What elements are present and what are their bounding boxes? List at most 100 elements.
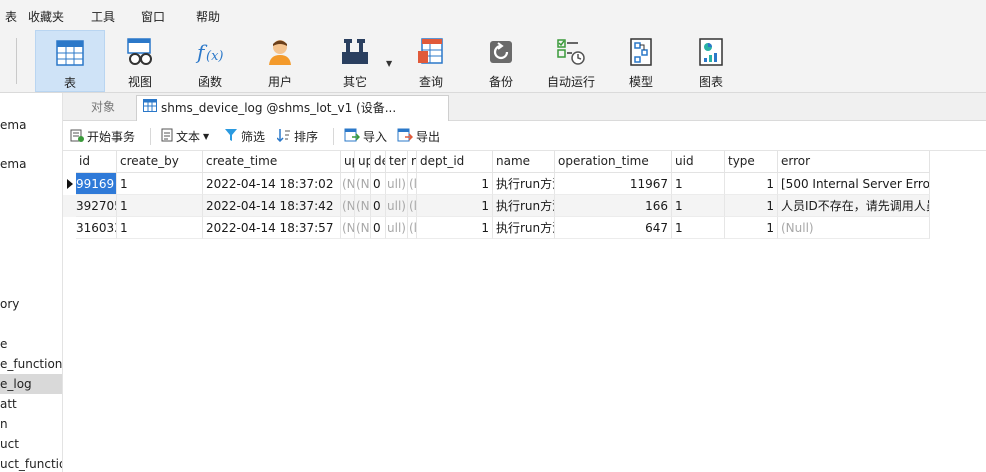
backup-icon <box>486 37 516 67</box>
column-header-operation-time[interactable]: operation_time <box>555 151 672 173</box>
cell-update-by[interactable]: (N <box>341 173 355 195</box>
menu-help[interactable]: 帮助 <box>196 8 220 25</box>
ribbon-user-button[interactable]: 用户 <box>245 30 315 92</box>
ribbon-function-button[interactable]: f (x) 函数 <box>175 30 245 92</box>
cell-r[interactable]: (l <box>408 173 417 195</box>
cell-type[interactable]: 1 <box>725 173 778 195</box>
cell-name[interactable]: 执行run方法 <box>493 195 555 217</box>
tree-item[interactable]: ory <box>0 294 62 314</box>
text-mode-button[interactable]: 文本 ▼ <box>161 128 209 145</box>
cell-create-by[interactable]: 1 <box>117 195 203 217</box>
column-header-tenant[interactable]: ter <box>386 151 408 173</box>
table-row[interactable]: 392705 1 2022-04-14 18:37:42 (N (N 0 ull… <box>63 195 930 217</box>
ribbon-query-button[interactable]: 查询 <box>396 30 466 92</box>
cell-tenant[interactable]: ull) <box>386 195 408 217</box>
cell-error[interactable]: (Null) <box>778 217 930 239</box>
ribbon-view-label: 视图 <box>127 75 152 89</box>
cell-create-by[interactable]: 1 <box>117 217 203 239</box>
object-tree-panel: ema ema ory e e_function_p e_log att n u… <box>0 93 63 472</box>
tab-objects[interactable]: 对象 <box>85 95 121 121</box>
table-row[interactable]: 316033 1 2022-04-14 18:37:57 (N (N 0 ull… <box>63 217 930 239</box>
ribbon-model-button[interactable]: 模型 <box>606 30 676 92</box>
column-header-type[interactable]: type <box>725 151 778 173</box>
cell-operation-time[interactable]: 647 <box>555 217 672 239</box>
column-header-update-by[interactable]: up <box>341 151 355 173</box>
cell-name[interactable]: 执行run方法 <box>493 173 555 195</box>
column-header-del-flag[interactable]: de <box>371 151 386 173</box>
tree-item-selected[interactable]: e_log <box>0 374 62 394</box>
menu-favorites[interactable]: 收藏夹 <box>28 8 64 25</box>
cell-create-time[interactable]: 2022-04-14 18:37:57 <box>203 217 341 239</box>
export-button[interactable]: 导出 <box>397 128 440 145</box>
cell-update-by[interactable]: (N <box>341 195 355 217</box>
sort-button[interactable]: 排序 <box>276 128 318 145</box>
ribbon-other-button[interactable]: 其它 <box>320 30 390 92</box>
column-header-r[interactable]: r <box>408 151 417 173</box>
tree-item[interactable]: att <box>0 394 62 414</box>
ribbon-backup-button[interactable]: 备份 <box>466 30 536 92</box>
tree-item[interactable]: uct <box>0 434 62 454</box>
tree-item[interactable]: ema <box>0 154 62 174</box>
column-header-error[interactable]: error <box>778 151 930 173</box>
menu-tools[interactable]: 工具 <box>91 8 115 25</box>
cell-id[interactable]: 99169 <box>76 173 117 195</box>
tree-item[interactable]: n <box>0 414 62 434</box>
tree-item[interactable]: uct_function <box>0 454 62 472</box>
column-header-uid[interactable]: uid <box>672 151 725 173</box>
cell-del-flag[interactable]: 0 <box>371 217 386 239</box>
cell-dept-id[interactable]: 1 <box>417 173 493 195</box>
menu-window[interactable]: 窗口 <box>141 8 165 25</box>
cell-dept-id[interactable]: 1 <box>417 217 493 239</box>
tree-item[interactable]: e_function_p <box>0 354 62 374</box>
cell-tenant[interactable]: ull) <box>386 173 408 195</box>
cell-r[interactable]: (l <box>408 195 417 217</box>
cell-error[interactable]: 人员ID不存在，请先调用人员 <box>778 195 930 217</box>
ribbon-view-button[interactable]: 视图 <box>105 30 175 92</box>
text-mode-label: 文本 <box>176 130 201 144</box>
column-header-id[interactable]: id <box>76 151 117 173</box>
export-label: 导出 <box>416 130 441 144</box>
column-header-dept-id[interactable]: dept_id <box>417 151 493 173</box>
cell-id[interactable]: 316033 <box>76 217 117 239</box>
cell-operation-time[interactable]: 11967 <box>555 173 672 195</box>
cell-uid[interactable]: 1 <box>672 217 725 239</box>
column-header-update-time[interactable]: up <box>355 151 371 173</box>
cell-operation-time[interactable]: 166 <box>555 195 672 217</box>
begin-transaction-button[interactable]: 开始事务 <box>70 128 135 145</box>
cell-del-flag[interactable]: 0 <box>371 195 386 217</box>
filter-button[interactable]: 筛选 <box>224 128 265 145</box>
column-header-name[interactable]: name <box>493 151 555 173</box>
cell-update-by[interactable]: (N <box>341 217 355 239</box>
cell-uid[interactable]: 1 <box>672 173 725 195</box>
export-icon <box>397 128 414 145</box>
cell-update-time[interactable]: (N <box>355 195 371 217</box>
tree-item[interactable]: ema <box>0 115 62 135</box>
chevron-down-icon[interactable]: ▼ <box>386 59 392 68</box>
cell-id[interactable]: 392705 <box>76 195 117 217</box>
cell-del-flag[interactable]: 0 <box>371 173 386 195</box>
cell-create-time[interactable]: 2022-04-14 18:37:02 <box>203 173 341 195</box>
table-row[interactable]: 99169 1 2022-04-14 18:37:02 (N (N 0 ull)… <box>63 173 930 195</box>
tree-item[interactable]: e <box>0 334 62 354</box>
column-header-create-by[interactable]: create_by <box>117 151 203 173</box>
column-header-create-time[interactable]: create_time <box>203 151 341 173</box>
cell-tenant[interactable]: ull) <box>386 217 408 239</box>
cell-update-time[interactable]: (N <box>355 217 371 239</box>
ribbon-chart-button[interactable]: 图表 <box>676 30 746 92</box>
cell-update-time[interactable]: (N <box>355 173 371 195</box>
cell-uid[interactable]: 1 <box>672 195 725 217</box>
cell-create-time[interactable]: 2022-04-14 18:37:42 <box>203 195 341 217</box>
import-button[interactable]: 导入 <box>344 128 387 145</box>
cell-dept-id[interactable]: 1 <box>417 195 493 217</box>
ribbon-automation-button[interactable]: 自动运行 <box>536 30 606 92</box>
menu-table[interactable]: 表 <box>5 8 17 25</box>
cell-name[interactable]: 执行run方法 <box>493 217 555 239</box>
cell-create-by[interactable]: 1 <box>117 173 203 195</box>
cell-type[interactable]: 1 <box>725 217 778 239</box>
ribbon-table-button[interactable]: 表 <box>35 30 105 92</box>
cell-r[interactable]: (l <box>408 217 417 239</box>
tab-device-log[interactable]: shms_device_log @shms_lot_v1 (设备... <box>136 95 449 121</box>
toolbar-divider <box>333 128 334 145</box>
cell-error[interactable]: [500 Internal Server Error <box>778 173 930 195</box>
cell-type[interactable]: 1 <box>725 195 778 217</box>
